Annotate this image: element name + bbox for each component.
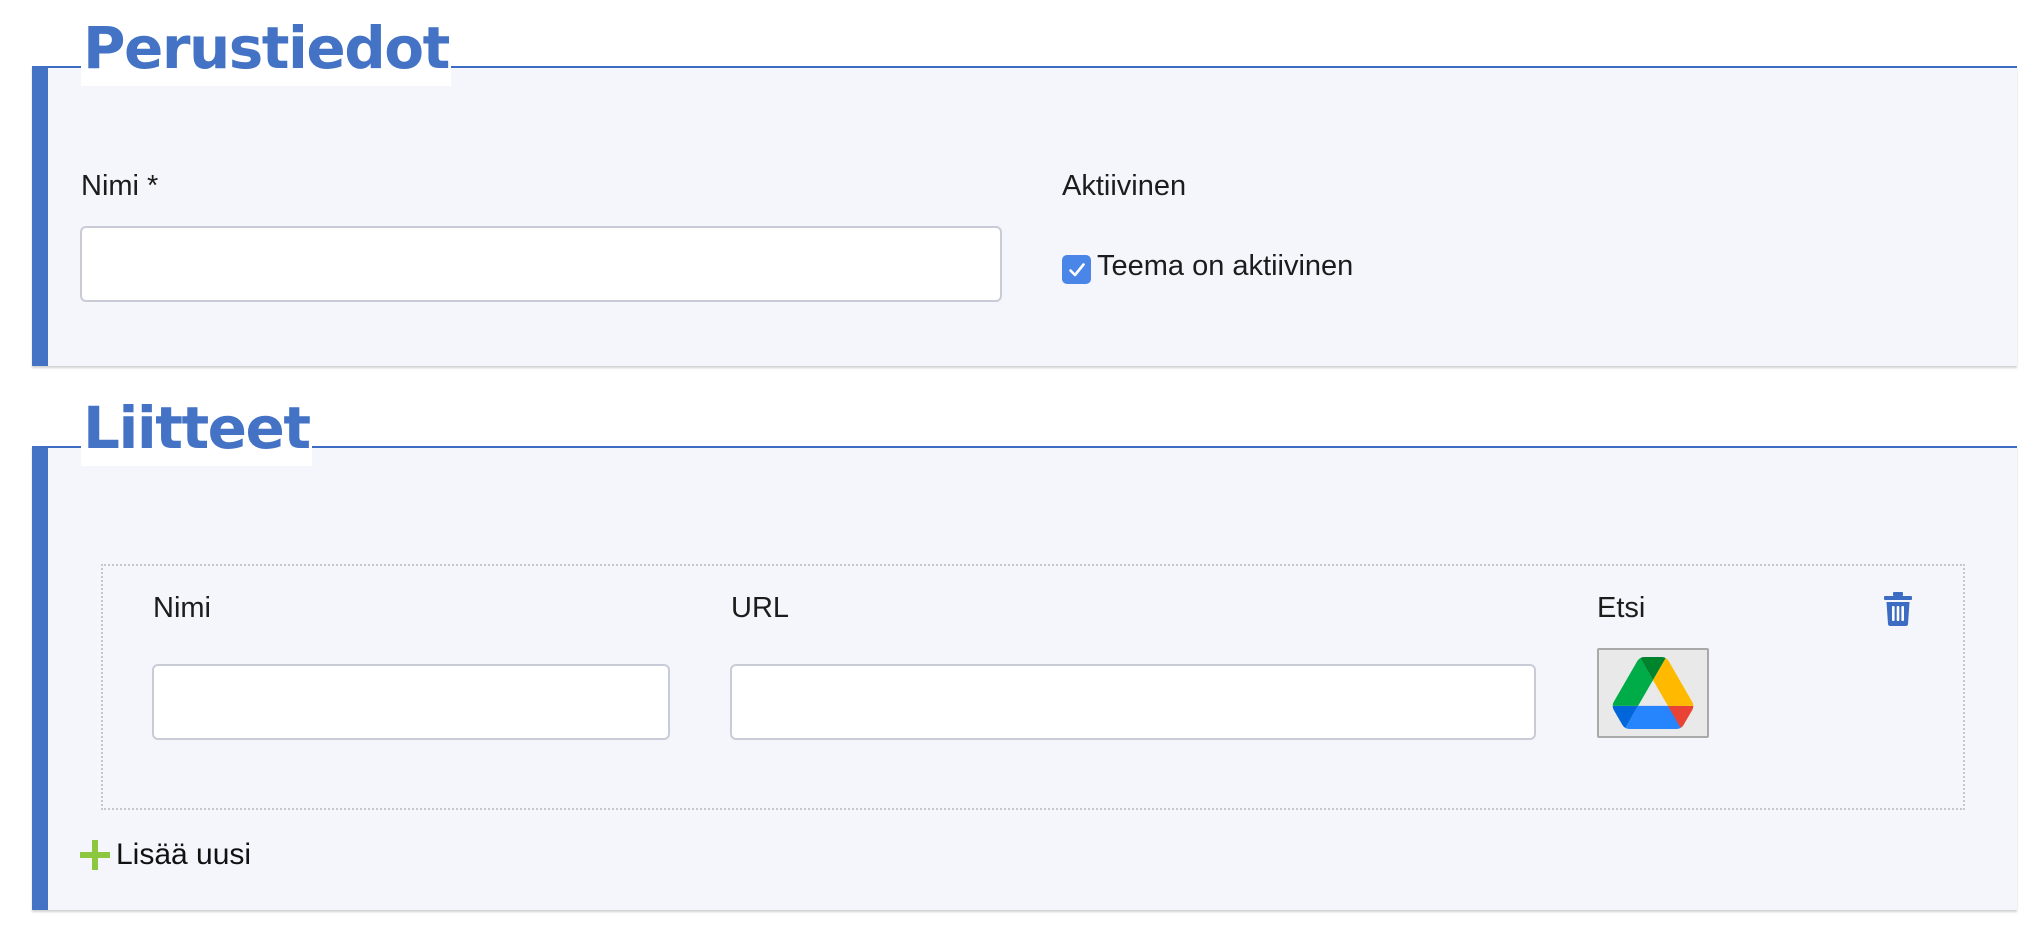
attachment-name-label: Nimi [153, 592, 211, 624]
plus-icon [80, 840, 110, 870]
basic-info-legend: Perustiedot [81, 10, 451, 86]
attachment-name-input[interactable] [152, 664, 670, 740]
basic-info-fieldset [32, 66, 2017, 366]
name-input[interactable] [80, 226, 1002, 302]
attachment-url-input[interactable] [730, 664, 1536, 740]
trash-icon[interactable] [1884, 592, 1912, 626]
active-checkbox-label[interactable]: Teema on aktiivinen [1097, 250, 1353, 283]
google-drive-icon [1612, 657, 1694, 729]
active-checkbox[interactable] [1062, 255, 1091, 284]
google-drive-button[interactable] [1597, 648, 1709, 738]
attachments-legend: Liitteet [81, 390, 312, 466]
add-new-button[interactable]: Lisää uusi [80, 837, 251, 873]
attachment-url-label: URL [731, 592, 790, 624]
add-new-label: Lisää uusi [116, 838, 252, 871]
name-label: Nimi * [81, 170, 159, 202]
search-label: Etsi [1597, 592, 1646, 624]
active-label: Aktiivinen [1062, 170, 1187, 202]
check-icon [1068, 262, 1085, 276]
